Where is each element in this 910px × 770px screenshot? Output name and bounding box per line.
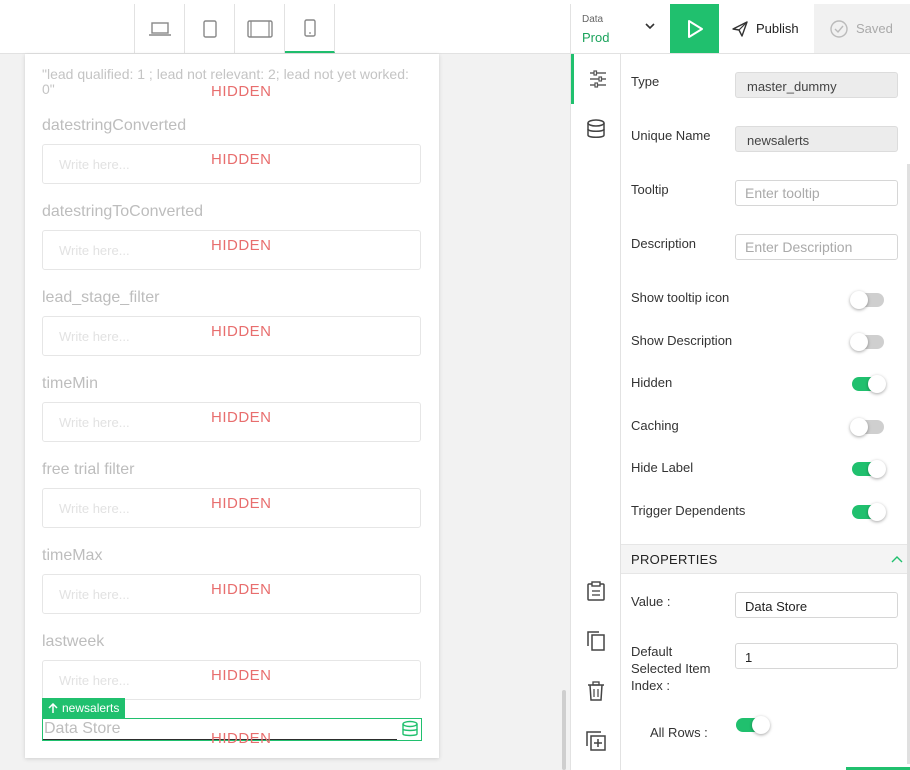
arrow-up-icon: [48, 702, 58, 713]
trigger-dependents-label: Trigger Dependents: [631, 503, 746, 518]
trigger-dependents-toggle[interactable]: [852, 503, 886, 521]
tablet-icon: [202, 19, 217, 38]
default-index-input[interactable]: 1: [735, 643, 898, 669]
data-tab[interactable]: [571, 104, 621, 154]
device-tablet-button[interactable]: [185, 4, 235, 53]
device-switcher: [134, 4, 335, 54]
hidden-indicator: HIDDEN: [211, 151, 272, 168]
database-icon: [402, 720, 418, 737]
tablet-landscape-icon: [246, 19, 273, 38]
type-label: Type: [631, 74, 660, 89]
properties-panel: Type master_dummy Unique Name newsalerts…: [621, 54, 910, 770]
hidden-toggle[interactable]: [852, 375, 886, 393]
unique-name-label: Unique Name: [631, 128, 711, 143]
check-circle-icon: [830, 19, 848, 38]
hidden-indicator: HIDDEN: [211, 581, 272, 598]
show-tooltip-icon-toggle[interactable]: [850, 291, 884, 309]
publish-button[interactable]: Publish: [722, 4, 814, 53]
top-toolbar: Data Prod Publish Saved: [0, 0, 910, 54]
field-label: lead_stage_filter: [42, 289, 160, 306]
all-rows-label: All Rows :: [650, 725, 708, 740]
all-rows-toggle[interactable]: [736, 716, 770, 734]
play-icon: [687, 19, 703, 38]
copy-button[interactable]: [571, 616, 621, 666]
clipboard-icon: [587, 581, 605, 601]
add-square-icon: [586, 731, 606, 751]
saved-button[interactable]: Saved: [814, 4, 910, 53]
run-button[interactable]: [670, 4, 719, 53]
default-index-label: Index :: [631, 678, 671, 693]
saved-label: Saved: [856, 21, 893, 36]
hidden-indicator: HIDDEN: [211, 323, 272, 340]
canvas-scrollbar[interactable]: [562, 690, 566, 770]
type-field: master_dummy: [735, 72, 898, 98]
tooltip-input[interactable]: Enter tooltip: [735, 180, 898, 206]
properties-section-header[interactable]: PROPERTIES: [621, 544, 910, 574]
hidden-indicator: HIDDEN: [211, 83, 272, 100]
hidden-indicator: HIDDEN: [211, 730, 272, 747]
send-icon: [732, 20, 748, 37]
device-mobile-button[interactable]: [285, 4, 335, 53]
sliders-icon: [589, 70, 606, 88]
selected-component-label: Data Store: [44, 720, 121, 737]
mobile-preview-frame: "lead qualified: 1 ; lead not relevant: …: [25, 54, 439, 758]
field-placeholder: Write here...: [59, 587, 130, 602]
field-placeholder: Write here...: [59, 673, 130, 688]
chevron-up-icon: [891, 556, 903, 563]
environment-label: Data: [582, 14, 604, 25]
database-icon: [587, 119, 605, 138]
chevron-down-icon: [645, 23, 655, 30]
inspector-icon-bar: [570, 54, 621, 770]
value-input[interactable]: Data Store: [735, 592, 898, 618]
show-description-toggle[interactable]: [850, 333, 884, 351]
field-label: datestringConverted: [42, 117, 187, 134]
delete-button[interactable]: [571, 666, 621, 716]
hidden-indicator: HIDDEN: [211, 237, 272, 254]
field-placeholder: Write here...: [59, 329, 130, 344]
publish-label: Publish: [756, 21, 799, 36]
field-placeholder: Write here...: [59, 243, 130, 258]
device-desktop-button[interactable]: [135, 4, 185, 53]
laptop-icon: [148, 21, 171, 36]
caching-toggle[interactable]: [850, 418, 884, 436]
tooltip-label: Tooltip: [631, 182, 669, 197]
field-placeholder: Write here...: [59, 157, 130, 172]
hidden-label: Hidden: [631, 375, 673, 390]
trash-icon: [588, 681, 604, 701]
hide-label-label: Hide Label: [631, 460, 694, 475]
environment-select[interactable]: Data Prod: [570, 4, 670, 53]
hidden-indicator: HIDDEN: [211, 409, 272, 426]
environment-value: Prod: [582, 30, 610, 45]
hide-label-toggle[interactable]: [852, 460, 886, 478]
paste-button[interactable]: [571, 566, 621, 616]
show-tooltip-icon-label: Show tooltip icon: [631, 290, 730, 305]
default-index-label: Selected Item: [631, 661, 711, 676]
field-label: free trial filter: [42, 461, 135, 478]
device-tablet-landscape-button[interactable]: [235, 4, 285, 53]
field-label: timeMax: [42, 547, 103, 564]
duplicate-button[interactable]: [571, 716, 621, 766]
copy-icon: [587, 631, 605, 651]
field-placeholder: Write here...: [59, 415, 130, 430]
hidden-indicator: HIDDEN: [211, 667, 272, 684]
editor-canvas: "lead qualified: 1 ; lead not relevant: …: [0, 54, 570, 770]
field-label: datestringToConverted: [42, 203, 203, 220]
value-label: Value :: [631, 594, 671, 609]
properties-section-title: PROPERTIES: [631, 552, 718, 567]
selected-component-tag[interactable]: newsalerts: [42, 698, 126, 718]
default-index-label: Default: [631, 644, 673, 659]
unique-name-field: newsalerts: [735, 126, 898, 152]
field-label: lastweek: [42, 633, 105, 650]
field-label: timeMin: [42, 375, 99, 392]
field-placeholder: Write here...: [59, 501, 130, 516]
description-label: Description: [631, 236, 697, 251]
selected-component-name: newsalerts: [62, 701, 120, 715]
show-description-label: Show Description: [631, 333, 733, 348]
caching-label: Caching: [631, 418, 679, 433]
settings-tab[interactable]: [571, 54, 621, 104]
description-input[interactable]: Enter Description: [735, 234, 898, 260]
mobile-icon: [303, 18, 316, 37]
hidden-indicator: HIDDEN: [211, 495, 272, 512]
